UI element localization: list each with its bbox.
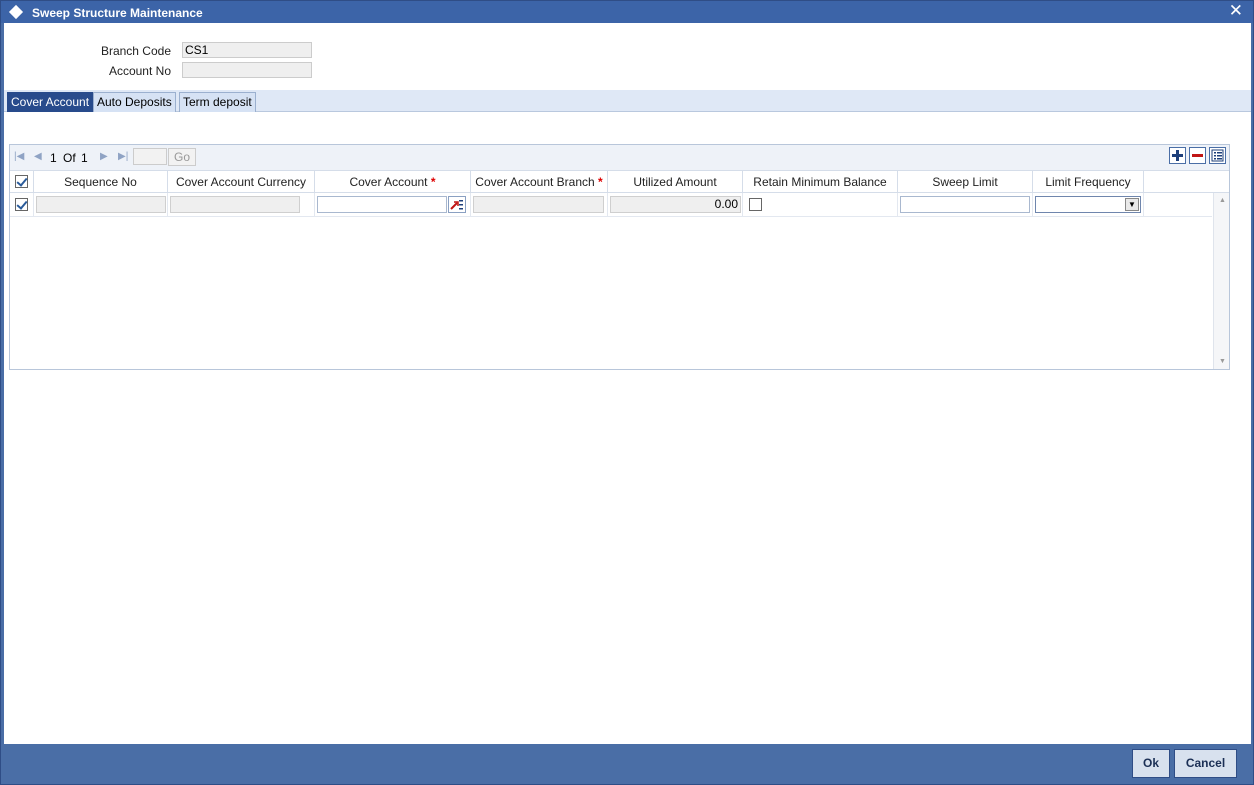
- cancel-button[interactable]: Cancel: [1174, 749, 1237, 778]
- first-page-icon[interactable]: |◀: [14, 151, 24, 162]
- header-retain-minimum-balance: Retain Minimum Balance: [743, 171, 898, 193]
- header-cover-account-currency: Cover Account Currency: [168, 171, 315, 193]
- header-cover-account-label: Cover Account: [349, 175, 428, 189]
- header-sweep-limit: Sweep Limit: [898, 171, 1033, 193]
- header-cover-account: Cover Account *: [315, 171, 471, 193]
- account-no-field[interactable]: [182, 62, 312, 78]
- tab-auto-deposits[interactable]: Auto Deposits: [93, 92, 176, 112]
- cover-account-field[interactable]: [317, 196, 447, 213]
- tab-strip: Cover Account Auto Deposits Term deposit: [4, 90, 1251, 112]
- go-button[interactable]: Go: [168, 148, 196, 166]
- sequence-no-field[interactable]: [36, 196, 166, 213]
- previous-page-icon[interactable]: ◀: [34, 151, 42, 162]
- chevron-down-icon[interactable]: ▼: [1125, 198, 1139, 211]
- cell-cover-account-currency: [168, 193, 315, 217]
- window-title: Sweep Structure Maintenance: [32, 6, 203, 20]
- cell-limit-frequency: ▼: [1033, 193, 1144, 217]
- select-all-checkbox[interactable]: [15, 175, 28, 188]
- lov-search-icon: [450, 200, 463, 210]
- required-marker: *: [598, 175, 603, 189]
- next-page-icon[interactable]: ▶: [100, 151, 108, 162]
- row-checkbox[interactable]: [15, 198, 28, 211]
- main-content: Branch Code CS1 Account No Cover Account…: [4, 23, 1251, 744]
- add-row-button[interactable]: [1169, 147, 1186, 164]
- row-select-cell: [10, 193, 34, 217]
- grid-pager: |◀ ◀ 1 Of 1 ▶ ▶| Go: [10, 145, 1229, 170]
- branch-code-field[interactable]: CS1: [182, 42, 312, 58]
- cell-sweep-limit: [898, 193, 1033, 217]
- header-sequence-no: Sequence No: [34, 171, 168, 193]
- sweep-structure-window: Sweep Structure Maintenance ✕ Branch Cod…: [0, 0, 1254, 785]
- close-icon[interactable]: ✕: [1229, 2, 1243, 20]
- header-utilized-amount: Utilized Amount: [608, 171, 743, 193]
- cell-cover-account: [315, 193, 471, 217]
- tab-term-deposit[interactable]: Term deposit: [179, 92, 256, 112]
- scroll-down-icon[interactable]: ▼: [1219, 358, 1226, 365]
- retain-minimum-balance-checkbox[interactable]: [749, 198, 762, 211]
- limit-frequency-select[interactable]: ▼: [1035, 196, 1141, 213]
- cover-account-lov-button[interactable]: [448, 196, 466, 213]
- sweep-limit-field[interactable]: [900, 196, 1030, 213]
- window-diamond-icon: [8, 4, 24, 20]
- cell-sequence-no: [34, 193, 168, 217]
- header-cover-account-branch-label: Cover Account Branch: [475, 175, 595, 189]
- table-row: 0.00 ▼: [10, 193, 1212, 217]
- branch-code-label: Branch Code: [100, 44, 171, 58]
- total-pages: 1: [81, 151, 88, 165]
- cell-utilized-amount: 0.00: [608, 193, 743, 217]
- account-no-label: Account No: [108, 64, 171, 78]
- required-marker: *: [430, 175, 436, 189]
- header-cover-account-branch: Cover Account Branch *: [471, 171, 608, 193]
- cover-account-currency-field[interactable]: [170, 196, 300, 213]
- page-number-input[interactable]: [133, 148, 167, 165]
- cell-cover-account-branch: [471, 193, 608, 217]
- page-of-label: Of: [63, 151, 76, 165]
- delete-row-button[interactable]: [1189, 147, 1206, 164]
- tab-cover-account[interactable]: Cover Account: [7, 92, 94, 112]
- header-limit-frequency: Limit Frequency: [1033, 171, 1144, 193]
- last-page-icon[interactable]: ▶|: [118, 151, 128, 162]
- grid-header: Sequence No Cover Account Currency Cover…: [10, 170, 1229, 193]
- title-bar: Sweep Structure Maintenance ✕: [1, 1, 1253, 23]
- plus-icon: [1172, 150, 1183, 161]
- footer-bar: Ok Cancel: [1, 744, 1253, 784]
- cell-retain-minimum-balance: [743, 193, 898, 217]
- minus-icon: [1192, 154, 1203, 157]
- cover-account-grid: |◀ ◀ 1 Of 1 ▶ ▶| Go Sequence No Cover Ac…: [9, 144, 1230, 370]
- single-view-button[interactable]: [1209, 147, 1226, 164]
- utilized-amount-field[interactable]: 0.00: [610, 196, 741, 213]
- current-page: 1: [50, 151, 57, 165]
- grid-vertical-scrollbar[interactable]: ▲ ▼: [1213, 193, 1229, 369]
- list-view-icon: [1211, 149, 1224, 162]
- ok-button[interactable]: Ok: [1132, 749, 1170, 778]
- header-select-cell: [10, 171, 34, 193]
- scroll-up-icon[interactable]: ▲: [1219, 197, 1226, 204]
- cover-account-branch-field[interactable]: [473, 196, 604, 213]
